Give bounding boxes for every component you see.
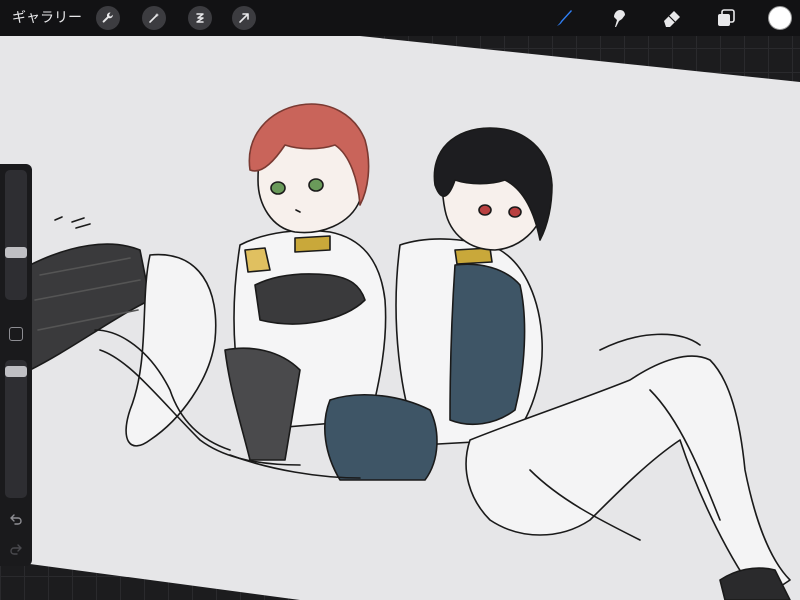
color-picker-button[interactable] — [768, 6, 792, 30]
eraser-tool-button[interactable] — [658, 4, 686, 32]
transform-arrow-icon — [239, 13, 249, 23]
redo-icon — [10, 544, 22, 555]
gallery-button[interactable]: ギャラリー — [0, 0, 88, 36]
left-sidebar — [0, 164, 32, 566]
transform-button[interactable] — [232, 6, 256, 30]
selection-button[interactable] — [188, 6, 212, 30]
layers-icon — [718, 9, 735, 26]
undo-button[interactable] — [7, 510, 25, 528]
smudge-tool-button[interactable] — [604, 4, 632, 32]
brush-opacity-slider-thumb[interactable] — [5, 366, 27, 377]
brush-opacity-slider[interactable] — [5, 360, 27, 498]
drawing-canvas[interactable] — [0, 0, 800, 600]
magic-wand-icon — [149, 13, 159, 23]
smudge-icon — [614, 10, 625, 27]
brush-size-slider-thumb[interactable] — [5, 247, 27, 258]
modify-button[interactable] — [9, 327, 23, 341]
eraser-icon — [664, 11, 680, 27]
undo-icon — [10, 514, 22, 525]
canvas-workspace: ギャラリー — [0, 0, 800, 600]
top-toolbar: ギャラリー — [0, 0, 800, 36]
redo-button[interactable] — [7, 540, 25, 558]
brush-tool-button[interactable] — [550, 4, 578, 32]
adjustments-button[interactable] — [142, 6, 166, 30]
brush-icon — [557, 10, 572, 26]
actions-button[interactable] — [96, 6, 120, 30]
selection-icon — [196, 13, 204, 23]
brush-size-slider[interactable] — [5, 170, 27, 300]
wrench-icon — [102, 12, 113, 23]
layers-button[interactable] — [712, 4, 740, 32]
